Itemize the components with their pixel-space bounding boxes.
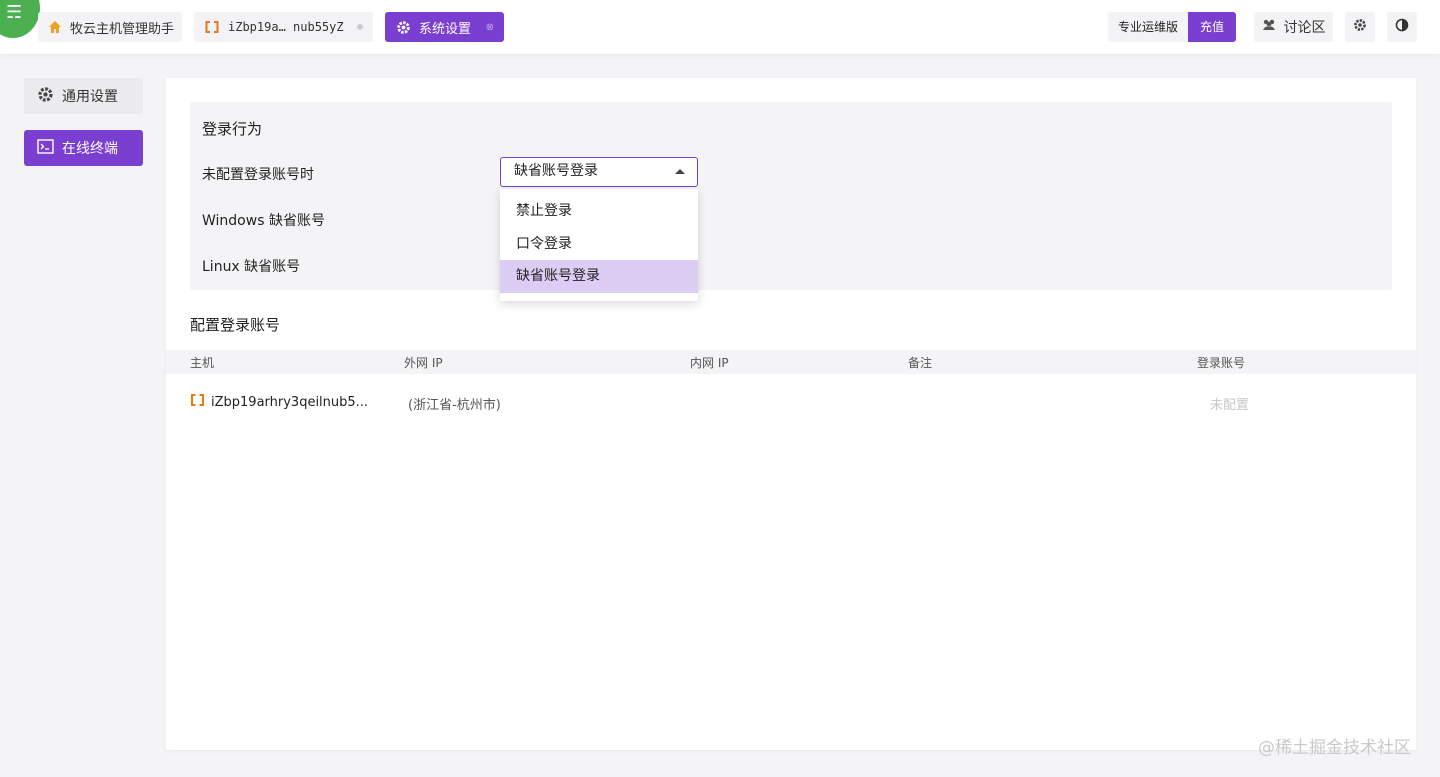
section-title: 登录行为 [202, 120, 263, 138]
tab-host[interactable]: iZbp19a… nub55yZ ⊗ [194, 12, 373, 42]
gear-icon [395, 19, 411, 35]
column-header: 内网 IP [690, 356, 729, 370]
unconfigured-account-label: 未配置登录账号时 [202, 167, 314, 183]
option-password-login[interactable]: 口令登录 [500, 228, 698, 261]
host-bracket-icon [190, 394, 205, 410]
column-header: 主机 [190, 356, 215, 370]
option-default-account-login[interactable]: 缺省账号登录 [500, 260, 698, 293]
windows-default-account-label: Windows 缺省账号 [202, 213, 325, 229]
tab-settings-label: 系统设置 [419, 21, 472, 37]
theme-toggle-button[interactable] [1387, 12, 1417, 42]
settings-card: 登录行为 未配置登录账号时 Windows 缺省账号 Linux 缺省账号 缺省… [166, 78, 1416, 750]
section-title: 配置登录账号 [190, 316, 281, 334]
sidebar-item-label: 通用设置 [62, 89, 118, 105]
gear-icon [1353, 18, 1367, 36]
terminal-icon [37, 138, 54, 158]
host-bracket-icon [204, 19, 220, 35]
column-header: 外网 IP [404, 356, 443, 370]
host-cell: iZbp19arhry3qeilnub5... [190, 394, 368, 410]
tab-host-label: iZbp19a… nub55yZ [228, 20, 344, 34]
forum-label: 讨论区 [1283, 20, 1326, 36]
edition-label: 专业运维版 [1108, 12, 1189, 42]
public-ip-cell: (浙江省-杭州市) [408, 398, 501, 413]
close-icon[interactable]: ⊗ [486, 22, 494, 33]
charge-button[interactable]: 充值 [1188, 12, 1237, 42]
table-row[interactable]: iZbp19arhry3qeilnub5... (浙江省-杭州市) 未配置 [166, 374, 1416, 430]
select-value: 缺省账号登录 [514, 163, 598, 179]
top-bar: ☴ 牧云主机管理助手 iZbp19a… nub55yZ ⊗ 系统设置 ⊗ 专业运… [0, 0, 1440, 54]
login-behavior-select[interactable]: 缺省账号登录 [500, 157, 698, 187]
linux-default-account-label: Linux 缺省账号 [202, 259, 301, 275]
app-logo[interactable]: ☴ [0, 0, 40, 38]
home-icon [48, 19, 62, 35]
option-deny-login[interactable]: 禁止登录 [500, 195, 698, 228]
users-icon [1262, 19, 1276, 35]
table-header: 主机 外网 IP 内网 IP 备注 登录账号 [166, 350, 1416, 374]
login-behavior-options: 禁止登录 口令登录 缺省账号登录 [500, 189, 698, 301]
caret-up-icon [675, 169, 685, 174]
gear-icon [37, 86, 54, 107]
edition-group: 专业运维版 充值 [1108, 12, 1237, 42]
tab-settings[interactable]: 系统设置 ⊗ [385, 12, 504, 42]
settings-button[interactable] [1345, 12, 1375, 42]
sidebar-item-terminal[interactable]: 在线终端 [24, 130, 143, 166]
login-account-cell[interactable]: 未配置 [1210, 394, 1249, 413]
forum-button[interactable]: 讨论区 [1254, 12, 1333, 42]
app-root: ☴ 牧云主机管理助手 iZbp19a… nub55yZ ⊗ 系统设置 ⊗ 专业运… [0, 0, 1440, 777]
login-behavior-section: 登录行为 未配置登录账号时 Windows 缺省账号 Linux 缺省账号 缺省… [190, 102, 1392, 290]
host-name: iZbp19arhry3qeilnub5... [211, 394, 369, 410]
column-header: 备注 [908, 356, 933, 370]
contrast-icon [1395, 18, 1409, 36]
logo-glyph-icon: ☴ [6, 2, 23, 23]
tab-home[interactable]: 牧云主机管理助手 [38, 12, 182, 42]
tab-home-label: 牧云主机管理助手 [70, 21, 175, 37]
sidebar-item-label: 在线终端 [62, 141, 118, 157]
column-header: 登录账号 [1197, 356, 1246, 370]
sidebar-item-general[interactable]: 通用设置 [24, 78, 143, 114]
watermark: @稀土掘金技术社区 [1258, 738, 1411, 758]
close-icon[interactable]: ⊗ [357, 22, 363, 33]
